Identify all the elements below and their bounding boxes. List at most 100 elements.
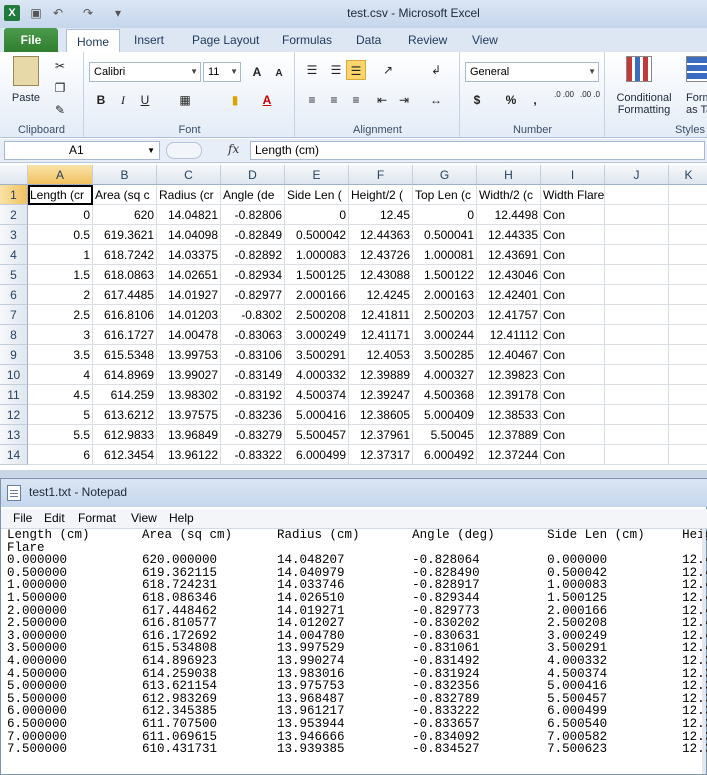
table-cell[interactable] [605,345,669,365]
table-cell[interactable]: 619.3621 [93,225,157,245]
column-header-h[interactable]: H [477,165,541,185]
table-cell[interactable] [605,325,669,345]
shrink-font-button[interactable]: A [269,64,289,84]
table-cell[interactable] [669,405,707,425]
increase-decimal-button[interactable]: .0 .00 [551,90,577,110]
row-header[interactable]: 11 [0,385,28,405]
table-cell[interactable]: 616.1727 [93,325,157,345]
format-as-table-button[interactable]: Form as Ta [686,92,707,116]
copy-icon[interactable]: ❐ [50,78,70,98]
table-cell[interactable]: Con [541,385,605,405]
table-cell[interactable]: 0 [28,205,93,225]
column-header-f[interactable]: F [349,165,413,185]
table-cell[interactable]: -0.83192 [221,385,285,405]
table-cell[interactable] [669,345,707,365]
table-cell[interactable]: 617.4485 [93,285,157,305]
table-cell[interactable]: 0.500042 [285,225,349,245]
column-header-a[interactable]: A [28,165,93,185]
table-cell[interactable]: 5 [28,405,93,425]
currency-button[interactable]: $ [467,90,487,110]
menu-file[interactable]: File [13,511,32,525]
table-cell[interactable]: 4.500368 [413,385,477,405]
table-cell[interactable]: 5.50045 [413,425,477,445]
tab-review[interactable]: Review [398,28,457,52]
table-cell[interactable] [605,225,669,245]
table-cell[interactable] [669,285,707,305]
table-cell[interactable]: 13.99753 [157,345,221,365]
row-header[interactable]: 13 [0,425,28,445]
format-painter-icon[interactable]: ✎ [50,100,70,120]
paste-icon[interactable] [8,56,44,96]
fill-color-icon[interactable]: ▮ [225,90,245,110]
tab-formulas[interactable]: Formulas [272,28,342,52]
table-cell[interactable]: 6 [28,445,93,465]
table-cell[interactable] [605,285,669,305]
font-size-select[interactable]: 11 ▼ [203,62,241,82]
formula-input[interactable]: Length (cm) [250,141,705,160]
table-cell[interactable]: 14.03375 [157,245,221,265]
table-cell[interactable]: 12.39247 [349,385,413,405]
table-cell[interactable] [605,245,669,265]
table-cell[interactable]: 0.500041 [413,225,477,245]
align-right-icon[interactable]: ≡ [346,90,366,110]
table-cell[interactable]: -0.82849 [221,225,285,245]
tab-insert[interactable]: Insert [124,28,174,52]
align-middle-icon[interactable]: ☰ [326,60,346,80]
borders-icon[interactable]: ▦ [175,90,195,110]
table-cell[interactable]: 5.5 [28,425,93,445]
row-header[interactable]: 12 [0,405,28,425]
wrap-text-icon[interactable]: ↲ [426,60,446,80]
table-cell[interactable]: 13.97575 [157,405,221,425]
table-cell[interactable] [605,305,669,325]
table-cell[interactable]: 6.000492 [413,445,477,465]
notepad-text-area[interactable]: Length (cm) Area (sq cm) Radius (cm) Ang… [7,529,707,769]
align-bottom-icon[interactable]: ☰ [346,60,366,80]
font-color-button[interactable]: A [257,90,277,110]
table-cell[interactable] [605,205,669,225]
table-cell[interactable]: Con [541,365,605,385]
table-cell[interactable] [605,445,669,465]
table-cell[interactable]: 12.41112 [477,325,541,345]
table-cell[interactable] [605,365,669,385]
table-cell[interactable] [669,245,707,265]
table-cell[interactable]: Con [541,445,605,465]
table-cell[interactable]: Width/2 (c [477,185,541,205]
table-cell[interactable]: 12.42401 [477,285,541,305]
table-cell[interactable]: 2.500208 [285,305,349,325]
table-cell[interactable]: 12.38605 [349,405,413,425]
table-cell[interactable]: 5.000416 [285,405,349,425]
table-cell[interactable]: 4.000327 [413,365,477,385]
table-cell[interactable]: 12.43726 [349,245,413,265]
column-header-b[interactable]: B [93,165,157,185]
row-header[interactable]: 14 [0,445,28,465]
select-all-corner[interactable] [0,165,28,185]
table-cell[interactable]: Height/2 ( [349,185,413,205]
table-cell[interactable]: Radius (cr [157,185,221,205]
italic-button[interactable]: I [113,90,133,110]
table-cell[interactable]: 0 [413,205,477,225]
table-cell[interactable]: 12.4498 [477,205,541,225]
table-cell[interactable]: Con [541,265,605,285]
table-cell[interactable]: 12.38533 [477,405,541,425]
table-cell[interactable] [669,425,707,445]
table-cell[interactable] [669,305,707,325]
table-cell[interactable]: 2.000166 [285,285,349,305]
menu-edit[interactable]: Edit [44,511,65,525]
table-cell[interactable]: Con [541,325,605,345]
format-as-table-icon[interactable] [686,56,707,86]
table-cell[interactable]: 12.41757 [477,305,541,325]
table-cell[interactable]: -0.83236 [221,405,285,425]
tab-view[interactable]: View [462,28,508,52]
table-cell[interactable]: 4 [28,365,93,385]
table-cell[interactable]: 14.04821 [157,205,221,225]
table-cell[interactable]: 12.41811 [349,305,413,325]
table-cell[interactable]: 4.500374 [285,385,349,405]
table-cell[interactable]: 620 [93,205,157,225]
table-cell[interactable]: 12.37889 [477,425,541,445]
table-cell[interactable]: 12.39823 [477,365,541,385]
table-cell[interactable]: 12.37961 [349,425,413,445]
font-name-select[interactable]: Calibri ▼ [89,62,201,82]
decrease-decimal-button[interactable]: .00 .0 [577,90,603,110]
merge-center-icon[interactable]: ↔ [426,90,446,110]
table-cell[interactable] [669,385,707,405]
